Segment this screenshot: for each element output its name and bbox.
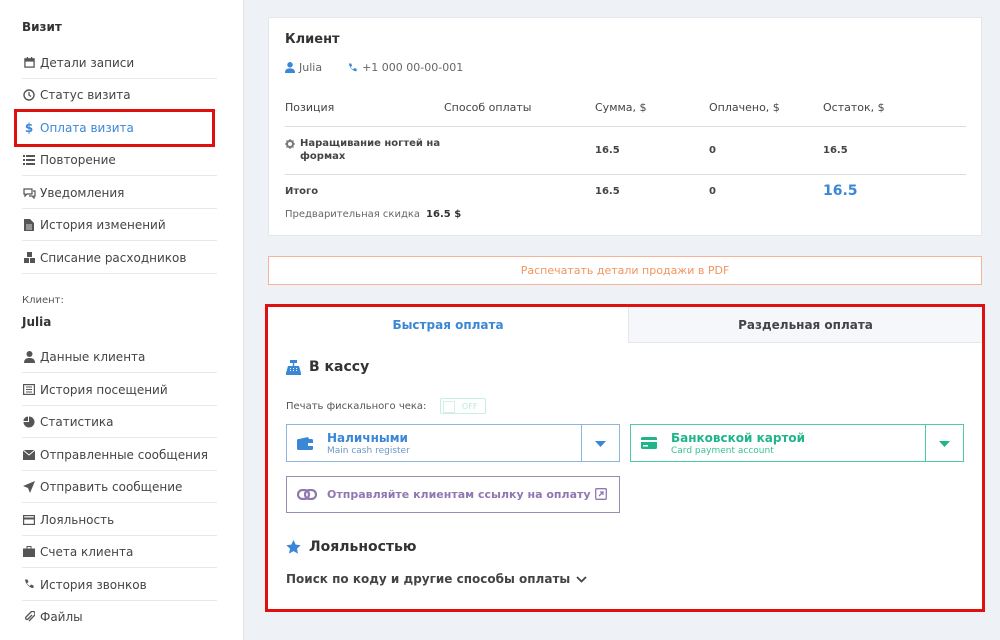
list-alt-icon [22,383,36,397]
client-info: Julia +1 000 00-00-001 [285,61,463,74]
sidebar-item-label: Статистика [40,414,114,429]
total-label: Итого [285,186,319,197]
sidebar-item-label: Детали записи [40,55,135,70]
total-sum: 16.5 [595,186,620,197]
clock-icon [22,88,36,102]
total-paid: 0 [709,186,716,197]
print-pdf-button[interactable]: Распечатать детали продажи в PDF [268,256,982,285]
sidebar-item-status[interactable]: Статус визита [22,79,217,111]
sidebar-item-label: История посещений [40,382,168,397]
table-row-sum: 16.5 [595,145,620,156]
sidebar-item-details[interactable]: Детали записи [22,47,217,79]
col-method: Способ оплаты [444,101,532,114]
sidebar-item-label: Данные клиента [40,349,146,364]
sidebar-item-client-data[interactable]: Данные клиента [22,341,217,373]
client-info-phone[interactable]: +1 000 00-00-001 [362,61,463,74]
discount-value: 16.5 $ [426,209,462,220]
briefcase-icon [22,545,36,559]
sidebar-item-label: Статус визита [40,87,131,102]
payment-panel-highlight [265,304,985,612]
sidebar-item-label: История звонков [40,577,147,592]
pie-chart-icon [22,415,36,429]
envelope-icon [22,448,36,462]
sidebar-item-send-message[interactable]: Отправить сообщение [22,471,217,503]
sidebar-item-label: Отправленные сообщения [40,447,208,462]
sidebar-item-loyalty[interactable]: Лояльность [22,504,217,536]
total-remain: 16.5 [823,183,858,199]
list-icon [22,153,36,167]
sidebar-item-files[interactable]: Файлы [22,601,217,633]
sidebar-item-calls[interactable]: История звонков [22,569,217,601]
table-row-paid: 0 [709,145,716,156]
sidebar-item-repeat[interactable]: Повторение [22,144,217,176]
sidebar-item-stats[interactable]: Статистика [22,406,217,438]
sidebar-item-label: Файлы [40,610,83,624]
active-item-highlight [14,109,215,147]
user-icon [22,350,36,364]
discount: Предварительная скидка 16.5 $ [285,209,461,220]
send-icon [22,480,36,494]
client-caption: Клиент: [22,295,64,306]
table-row-position: Наращивание ногтей на формах [300,138,441,162]
sidebar-item-label: Списание расходников [40,250,187,265]
col-paid: Оплачено, $ [709,101,780,114]
sidebar-item-label: Уведомления [40,185,125,200]
col-remain: Остаток, $ [823,101,885,114]
cubes-icon [22,251,36,265]
sidebar-item-visits[interactable]: История посещений [22,374,217,406]
phone-icon [348,62,358,73]
sidebar-item-accounts[interactable]: Счета клиента [22,536,217,568]
sidebar-item-label: История изменений [40,217,166,232]
col-sum: Сумма, $ [595,101,647,114]
gear-icon [285,139,295,149]
sidebar-item-sent-messages[interactable]: Отправленные сообщения [22,439,217,471]
client-card: Клиент Julia +1 000 00-00-001 Позиция Сп… [268,17,982,236]
visit-heading: Визит [22,20,62,34]
chat-icon [22,186,36,200]
client-name: Julia [22,315,52,329]
sidebar-item-history[interactable]: История изменений [22,209,217,241]
sidebar-item-label: Счета клиента [40,544,134,559]
card-icon [22,513,36,527]
document-icon [22,218,36,232]
client-card-title: Клиент [285,32,340,47]
sidebar-item-label: Повторение [40,152,116,167]
calendar-icon [22,56,36,70]
table-row-remain: 16.5 [823,145,848,156]
col-position: Позиция [285,101,335,114]
phone-icon [22,578,36,592]
sidebar-item-label: Лояльность [40,512,115,527]
paperclip-icon [22,610,36,624]
client-info-name[interactable]: Julia [299,61,322,74]
user-icon [285,62,295,73]
sidebar-item-label: Отправить сообщение [40,479,183,494]
sidebar: Визит Детали записи Статус визита $ Опла… [0,0,244,640]
sidebar-item-notifications[interactable]: Уведомления [22,177,217,209]
discount-label: Предварительная скидка [285,209,421,220]
table-divider [285,126,966,127]
sidebar-item-consumables[interactable]: Списание расходников [22,242,217,274]
table-divider [285,174,966,175]
